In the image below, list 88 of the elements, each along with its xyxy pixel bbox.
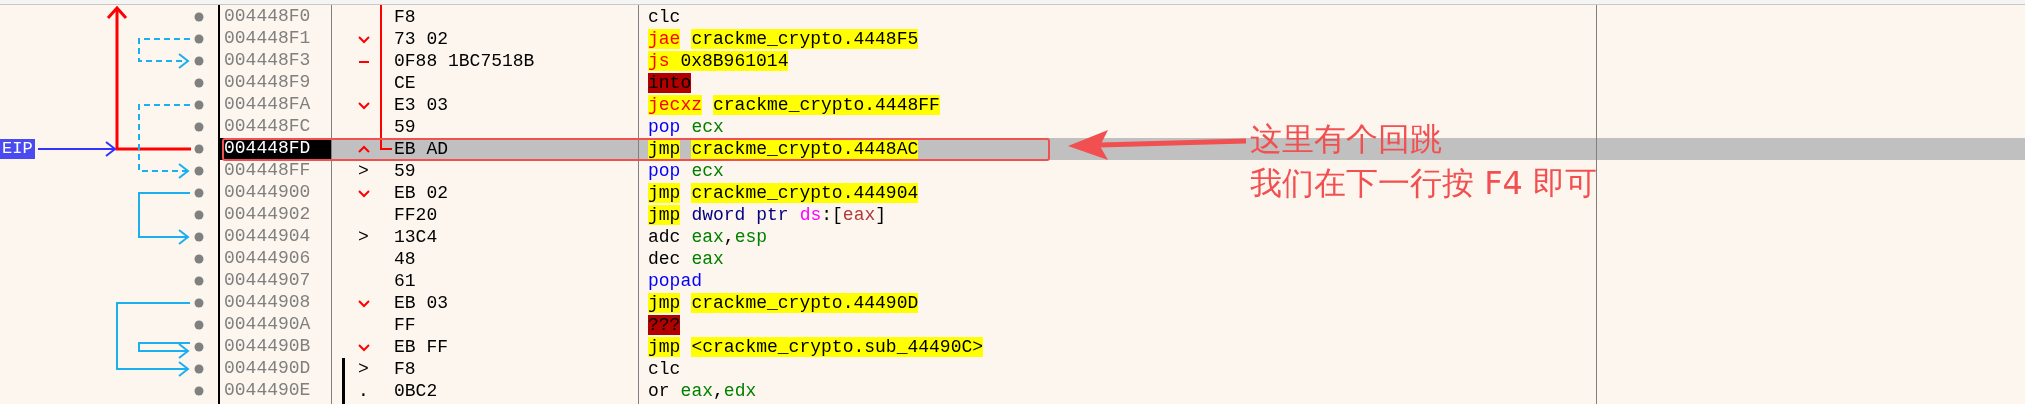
instruction-text: pop ecx: [648, 161, 724, 181]
bytes-cell: F8: [394, 7, 416, 27]
instruction-text: or eax,edx: [648, 381, 757, 401]
breakpoint-dot[interactable]: [194, 386, 204, 396]
breakpoint-dot[interactable]: [194, 232, 204, 242]
address-cell-text: 004448FC: [223, 116, 311, 136]
bytes-cell: 59: [394, 161, 416, 181]
instruction-text: adc eax,esp: [648, 227, 768, 247]
bytes-cell: EB AD: [394, 139, 448, 159]
annotation-text: 我们在下一行按 F4 即可: [1250, 163, 1598, 204]
bytes-cell: 0BC2: [394, 381, 438, 401]
instruction-text: into: [648, 73, 692, 93]
instruction-text: ???: [648, 315, 681, 335]
bytes-cell: EB 02: [394, 183, 448, 203]
bytes-cell: FF: [394, 315, 416, 335]
jump-marker-icon: [357, 99, 370, 111]
annotation-text: 这里有个回跳: [1250, 119, 1443, 160]
instruction-text: jmp crackme_crypto.4448AC: [648, 139, 919, 159]
address-cell-text: 00444906: [223, 248, 311, 268]
jump-target-mark: .: [358, 381, 369, 401]
instruction-text: jmp dword ptr ds:[eax]: [648, 205, 887, 225]
breakpoint-dot[interactable]: [194, 144, 204, 154]
jump-marker-icon: [357, 187, 370, 199]
address-cell-text: 004448F3: [223, 50, 311, 70]
bytes-cell: EB FF: [394, 337, 448, 357]
address-cell-text: 004448FD: [223, 138, 311, 158]
instruction-text: jmp crackme_crypto.444904: [648, 183, 919, 203]
address-cell-text: 0044490E: [223, 380, 311, 400]
address-cell-text: 00444908: [223, 292, 311, 312]
address-cell-text: 004448F9: [223, 72, 311, 92]
breakpoint-dot[interactable]: [194, 364, 204, 374]
instruction-text: pop ecx: [648, 117, 724, 137]
jump-marker-icon: [357, 33, 370, 45]
instruction-text: clc: [648, 359, 681, 379]
bytes-cell: 48: [394, 249, 416, 269]
bytes-cell: 73 02: [394, 29, 448, 49]
address-cell-text: 0044490D: [223, 358, 311, 378]
address-cell-text: 00444902: [223, 204, 311, 224]
breakpoint-dot[interactable]: [194, 188, 204, 198]
bytes-cell: F8: [394, 359, 416, 379]
address-cell-text: 004448F1: [223, 28, 311, 48]
jump-marker-icon: [357, 341, 370, 353]
breakpoint-dot[interactable]: [194, 166, 204, 176]
branch-arrow: [138, 192, 191, 245]
bytes-cell: FF20: [394, 205, 438, 225]
instruction-text: js 0x8B961014: [648, 51, 789, 71]
bytes-cell: E3 03: [394, 95, 448, 115]
breakpoint-dot[interactable]: [194, 254, 204, 264]
breakpoint-dot[interactable]: [194, 12, 204, 22]
bytes-cell: 59: [394, 117, 416, 137]
address-cell-text: 00444907: [223, 270, 311, 290]
branch-arrow: [138, 38, 191, 69]
bytes-cell: 61: [394, 271, 416, 291]
instruction-text: jae crackme_crypto.4448F5: [648, 29, 919, 49]
address-cell-text: 00444904: [223, 226, 311, 246]
instruction-text: popad: [648, 271, 702, 291]
bytes-cell: CE: [394, 73, 416, 93]
breakpoint-dot[interactable]: [194, 122, 204, 132]
instruction-text: dec eax: [648, 249, 724, 269]
jump-target-mark: >: [358, 161, 369, 181]
breakpoint-dot[interactable]: [194, 342, 204, 352]
jump-marker-icon: [357, 143, 370, 155]
jump-target-mark: >: [358, 227, 369, 247]
instruction-text: jmp crackme_crypto.44490D: [648, 293, 919, 313]
address-cell-text: 004448FA: [223, 94, 311, 114]
address-cell-text: 00444900: [223, 182, 311, 202]
eip-label: EIP: [0, 139, 35, 159]
instruction-text: clc: [648, 7, 681, 27]
breakpoint-dot[interactable]: [194, 34, 204, 44]
breakpoint-dot[interactable]: [194, 276, 204, 286]
breakpoint-dot[interactable]: [194, 320, 204, 330]
bytes-cell: 0F88 1BC7518B: [394, 51, 535, 71]
instruction-text: jmp <crackme_crypto.sub_44490C>: [648, 337, 984, 357]
instruction-text: jecxz crackme_crypto.4448FF: [648, 95, 940, 115]
address-cell-text: 0044490A: [223, 314, 311, 334]
breakpoint-dot[interactable]: [194, 56, 204, 66]
breakpoint-dot[interactable]: [194, 100, 204, 110]
bytes-cell: 13C4: [394, 227, 438, 247]
address-cell-text: 004448F0: [223, 6, 311, 26]
address-cell-text: 0044490B: [223, 336, 311, 356]
function-bracket: [342, 358, 345, 404]
jump-marker-icon: [357, 297, 370, 309]
jump-target-mark: >: [358, 359, 369, 379]
bytes-cell: EB 03: [394, 293, 448, 313]
breakpoint-dot[interactable]: [194, 298, 204, 308]
breakpoint-dot[interactable]: [194, 210, 204, 220]
breakpoint-dot[interactable]: [194, 78, 204, 88]
address-cell-text: 004448FF: [223, 160, 311, 180]
